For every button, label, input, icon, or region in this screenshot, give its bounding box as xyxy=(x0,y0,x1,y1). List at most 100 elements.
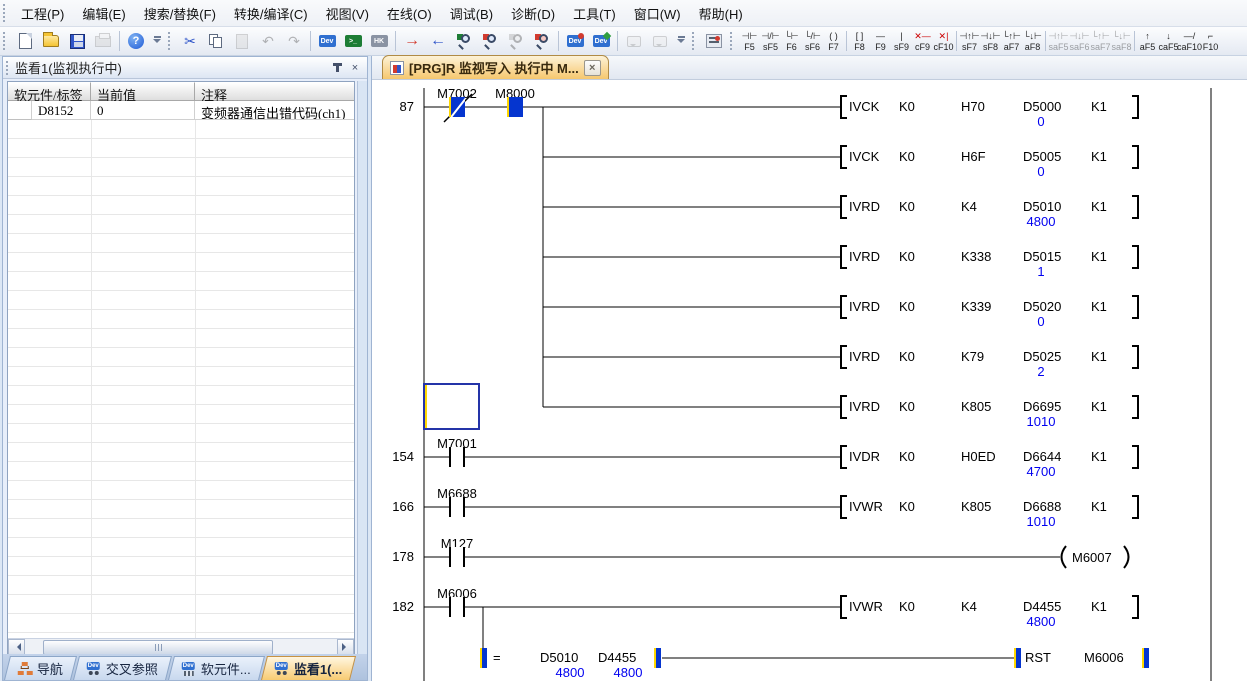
contact-m7002-nc-on[interactable] xyxy=(449,97,465,117)
monitor-stop-button[interactable] xyxy=(478,29,502,53)
scroll-right-button[interactable] xyxy=(337,639,354,655)
toolbar-grip[interactable] xyxy=(3,32,8,50)
ladder-symbol-af8-button[interactable]: └↓⊢aF8 xyxy=(1022,28,1043,54)
instruction-ivwr-2[interactable]: IVWRK0K4D4455K14800 xyxy=(841,596,1146,630)
ladder-symbol-saf6-button[interactable]: ⊣↓⊢saF6 xyxy=(1069,28,1090,54)
watch-cell-value[interactable]: 0 xyxy=(91,101,195,120)
cut-button[interactable]: ✂ xyxy=(178,29,202,53)
ladder-symbol-f9-button[interactable]: —F9 xyxy=(870,28,891,54)
instruction-ivwr-1[interactable]: IVWRK0K805D6688K11010 xyxy=(841,496,1146,530)
row-selector[interactable] xyxy=(8,101,32,120)
tab-close-button[interactable]: × xyxy=(584,60,601,76)
ladder-monitor-button[interactable] xyxy=(702,29,726,53)
menu-tools[interactable]: 工具(T) xyxy=(564,0,625,27)
device-hk-button[interactable]: HK xyxy=(367,29,391,53)
instruction-ivrd-3[interactable]: IVRDK0K339D5020K10 xyxy=(841,296,1146,330)
save-project-button[interactable] xyxy=(65,29,89,53)
ladder-canvas[interactable]: 87 154 166 178 182 M7002 M8000 M7001 M66… xyxy=(372,80,1247,681)
close-panel-button[interactable]: × xyxy=(347,60,363,75)
monitor-start-button[interactable] xyxy=(452,29,476,53)
scroll-track[interactable] xyxy=(25,639,337,655)
column-header-value[interactable]: 当前值 xyxy=(91,82,195,101)
contact-m6006[interactable] xyxy=(449,597,465,617)
instruction-ivck-1[interactable]: IVCKK0H70D5000K10 xyxy=(841,96,1146,130)
help-button[interactable]: ? xyxy=(124,29,148,53)
ladder-symbol-sf8-button[interactable]: ⊣↓⊢sF8 xyxy=(980,28,1001,54)
column-header-device[interactable]: 软元件/标签 xyxy=(8,82,91,101)
coil-m6007[interactable]: M6007 xyxy=(1072,550,1112,565)
menu-online[interactable]: 在线(O) xyxy=(378,0,441,27)
scroll-left-button[interactable] xyxy=(8,639,25,655)
contact-m6688[interactable] xyxy=(449,497,465,517)
watch-cell-comment[interactable]: 变频器通信出错代码(ch1) xyxy=(195,101,355,120)
compare-operator[interactable]: = xyxy=(493,650,501,665)
ladder-symbol-caf5-button[interactable]: ↓caF5 xyxy=(1158,28,1179,54)
device-test-button[interactable]: Dev xyxy=(589,29,613,53)
device-terminal-button[interactable]: >_ xyxy=(341,29,365,53)
monitor-pause-button[interactable] xyxy=(504,29,528,53)
write-to-plc-button[interactable]: → xyxy=(400,29,424,53)
ladder-symbol-f6-button[interactable]: └⊢F6 xyxy=(781,28,802,54)
instruction-ivrd-1[interactable]: IVRDK0K4D5010K14800 xyxy=(841,196,1146,230)
ladder-symbol-f10-button[interactable]: ⌐F10 xyxy=(1200,28,1221,54)
menu-grip[interactable] xyxy=(3,4,8,22)
tab-watch1[interactable]: Dev 监看1(... xyxy=(261,656,356,680)
monitor-mode-button[interactable] xyxy=(530,29,554,53)
print-button[interactable] xyxy=(91,29,115,53)
instruction-ivdr[interactable]: IVDRK0H0EDD6644K14700 xyxy=(841,446,1146,480)
pin-button[interactable] xyxy=(329,60,345,75)
instruction-ivck-2[interactable]: IVCKK0H6FD5005K10 xyxy=(841,146,1146,180)
new-project-button[interactable] xyxy=(13,29,37,53)
menu-help[interactable]: 帮助(H) xyxy=(690,0,752,27)
menu-debug[interactable]: 调试(B) xyxy=(441,0,502,27)
contact-m8000-no-on[interactable] xyxy=(507,97,523,117)
comment-button[interactable] xyxy=(622,29,646,53)
undo-button[interactable]: ↶ xyxy=(256,29,280,53)
toolbar-overflow-button[interactable] xyxy=(151,29,163,53)
menu-window[interactable]: 窗口(W) xyxy=(625,0,690,27)
ladder-symbol-af7-button[interactable]: └↑⊢aF7 xyxy=(1001,28,1022,54)
ladder-symbol-cf9-button[interactable]: ✕—cF9 xyxy=(912,28,933,54)
ladder-symbol-saf7-button[interactable]: └↑⊢saF7 xyxy=(1090,28,1111,54)
instruction-ivrd-5[interactable]: IVRDK0K805D6695K11010 xyxy=(841,396,1146,430)
contact-m7001[interactable] xyxy=(449,447,465,467)
copy-button[interactable] xyxy=(204,29,228,53)
panel-grip[interactable] xyxy=(6,61,11,75)
statement-button[interactable] xyxy=(648,29,672,53)
ladder-symbol-sf9-button[interactable]: |sF9 xyxy=(891,28,912,54)
toolbar-grip[interactable] xyxy=(692,32,697,50)
paste-button[interactable] xyxy=(230,29,254,53)
tab-navigation[interactable]: 导航 xyxy=(4,656,77,680)
open-project-button[interactable] xyxy=(39,29,63,53)
toolbar-overflow-button[interactable] xyxy=(675,29,687,53)
device-monitor-button[interactable]: Dev xyxy=(563,29,587,53)
ladder-symbol-sf5-button[interactable]: ⊣/⊢sF5 xyxy=(760,28,781,54)
tab-device-memory[interactable]: Dev 软元件... xyxy=(168,656,265,680)
toolbar-grip[interactable] xyxy=(730,32,735,50)
watch-cell-device[interactable]: D8152 xyxy=(32,101,91,120)
redo-button[interactable]: ↷ xyxy=(282,29,306,53)
ladder-symbol-af5-button[interactable]: ↑aF5 xyxy=(1137,28,1158,54)
column-header-comment[interactable]: 注释 xyxy=(195,82,355,101)
toolbar-grip[interactable] xyxy=(168,32,173,50)
menu-diagnostics[interactable]: 诊断(D) xyxy=(502,0,564,27)
menu-project[interactable]: 工程(P) xyxy=(12,0,73,27)
scroll-thumb[interactable] xyxy=(43,640,273,655)
ladder-symbol-f7-button[interactable]: ( )F7 xyxy=(823,28,844,54)
tab-cross-reference[interactable]: Dev 交叉参照 xyxy=(73,656,172,680)
menu-convert-compile[interactable]: 转换/编译(C) xyxy=(225,0,317,27)
instruction-ivrd-4[interactable]: IVRDK0K79D5025K12 xyxy=(841,346,1146,380)
menu-find-replace[interactable]: 搜索/替换(F) xyxy=(135,0,225,27)
ladder-symbol-f5-button[interactable]: ⊣⊢F5 xyxy=(739,28,760,54)
ladder-symbol-saf8-button[interactable]: └↓⊢saF8 xyxy=(1111,28,1132,54)
ladder-symbol-f8-button[interactable]: [ ]F8 xyxy=(849,28,870,54)
ladder-symbol-saf5-button[interactable]: ⊣↑⊢saF5 xyxy=(1048,28,1069,54)
ladder-symbol-sf7-button[interactable]: ⊣↑⊢sF7 xyxy=(959,28,980,54)
device-display-button[interactable]: Dev xyxy=(315,29,339,53)
read-from-plc-button[interactable]: ← xyxy=(426,29,450,53)
ladder-symbol-cf10-button[interactable]: ✕|cF10 xyxy=(933,28,954,54)
watch-empty-grid[interactable] xyxy=(8,120,354,638)
ladder-symbol-caf10-button[interactable]: —/caF10 xyxy=(1179,28,1200,54)
rst-mnemonic[interactable]: RST xyxy=(1025,650,1051,665)
document-tab-prg[interactable]: [PRG]R 监视写入 执行中 M... × xyxy=(382,55,609,79)
